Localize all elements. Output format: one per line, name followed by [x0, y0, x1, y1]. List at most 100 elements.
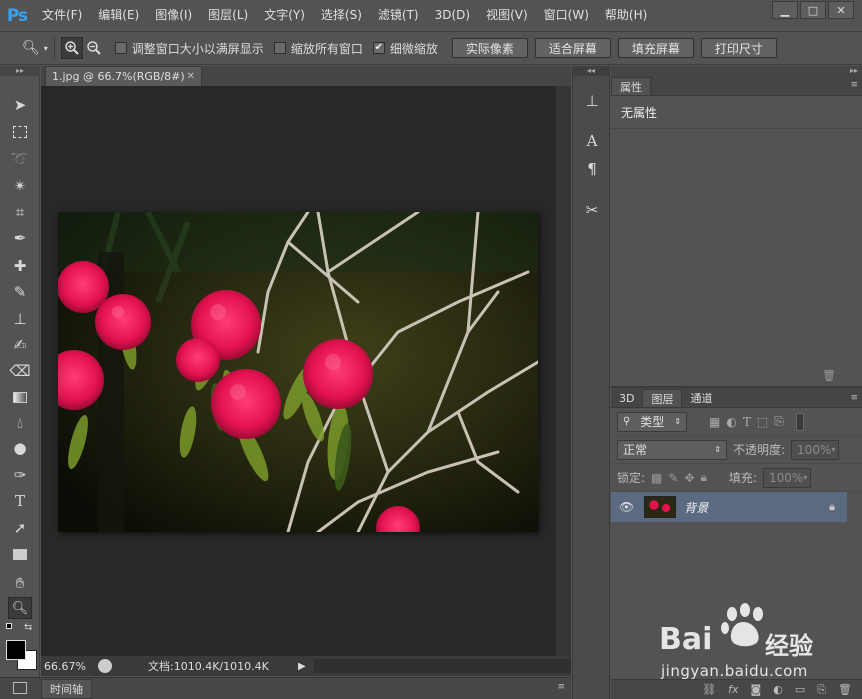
shape-filter-icon[interactable]: ⬚ [757, 415, 768, 429]
document-info: 文档:1010.4K/1010.4K [148, 660, 269, 673]
zoom-tool[interactable]: 🔍︎ [8, 597, 32, 619]
healing-brush-tool[interactable]: ✚ [8, 255, 32, 277]
menu-image[interactable]: 图像(I) [147, 0, 200, 31]
lock-transparent-icon[interactable]: ▩ [651, 471, 662, 485]
tool-preset-picker[interactable]: 🔍︎ ▾ [22, 40, 48, 56]
lock-position-icon[interactable]: ✥ [684, 471, 694, 485]
zoom-level[interactable]: 66.67% [44, 660, 92, 673]
zoom-in-button[interactable] [60, 37, 83, 59]
menu-window[interactable]: 窗口(W) [536, 0, 597, 31]
menu-view[interactable]: 视图(V) [478, 0, 536, 31]
tab-layers[interactable]: 图层 [642, 389, 683, 407]
document-image[interactable] [58, 212, 538, 532]
fill-screen-button[interactable]: 填充屏幕 [617, 38, 694, 58]
swap-colors-button[interactable]: ⇆ [24, 622, 32, 633]
filter-toggle[interactable] [795, 412, 804, 431]
status-menu-arrow-icon[interactable]: ▶ [298, 661, 306, 672]
menu-help[interactable]: 帮助(H) [597, 0, 655, 31]
menu-file[interactable]: 文件(F) [34, 0, 90, 31]
marquee-tool[interactable] [8, 121, 32, 143]
eye-icon[interactable]: 👁︎ [619, 500, 634, 514]
opacity-input[interactable]: 100% ▾ [791, 439, 840, 460]
trash-icon[interactable]: 🗑︎ [822, 369, 836, 382]
menu-edit[interactable]: 编辑(E) [90, 0, 147, 31]
tab-channels[interactable]: 通道 [682, 389, 720, 407]
layer-name: 背景 [684, 500, 709, 515]
paragraph-panel-button[interactable]: ¶ [581, 158, 603, 180]
panel-menu-icon[interactable]: ≡ [850, 393, 858, 403]
pen-tool[interactable]: ✑ [8, 464, 32, 486]
timeline-panel: 时间轴 ≡ [0, 677, 571, 699]
menu-layer[interactable]: 图层(L) [200, 0, 256, 31]
clone-source-button[interactable]: ⊥ [581, 90, 603, 112]
eraser-tool[interactable]: ⌫ [8, 360, 32, 382]
blur-tool[interactable]: 💧︎ [8, 412, 32, 434]
menu-filter[interactable]: 滤镜(T) [370, 0, 427, 31]
character-icon: A [586, 132, 598, 150]
timeline-tab[interactable]: 时间轴 [41, 678, 92, 699]
gradient-tool[interactable] [8, 386, 32, 408]
zoom-all-windows-checkbox[interactable]: 缩放所有窗口 [273, 40, 363, 57]
watermark-brand: Bai [659, 622, 713, 657]
menu-3d[interactable]: 3D(D) [427, 0, 478, 31]
default-colors-button[interactable] [6, 623, 16, 633]
rectangle-tool[interactable] [8, 543, 32, 565]
foreground-color-swatch[interactable] [6, 640, 26, 660]
filter-kind-select[interactable]: ⚲ 类型 ⇕ [617, 411, 687, 432]
dodge-icon: ● [13, 439, 27, 457]
lock-pixels-icon[interactable]: ✎ [668, 471, 678, 485]
horizontal-scrollbar[interactable] [313, 659, 571, 673]
panel-menu-icon[interactable]: ≡ [557, 682, 565, 692]
tab-properties[interactable]: 属性 [611, 77, 651, 95]
path-selection-tool[interactable]: ➚ [8, 517, 32, 539]
clone-stamp-tool[interactable]: ⊥ [8, 308, 32, 330]
collapse-dock-button[interactable]: ◂◂ [573, 66, 609, 76]
status-bar: 66.67% 文档:1010.4K/1010.4K ▶ [41, 656, 571, 676]
blend-mode-select[interactable]: 正常 ⇕ [617, 439, 727, 460]
collapse-icon[interactable]: ▸▸ [850, 66, 858, 75]
eyedropper-tool[interactable]: ✒ [8, 227, 32, 249]
lasso-tool[interactable]: ➰ [8, 148, 32, 170]
hand-tool[interactable]: ✋︎ [8, 572, 32, 594]
menu-bar: Ps 文件(F) 编辑(E) 图像(I) 图层(L) 文字(Y) 选择(S) 滤… [0, 0, 862, 31]
double-chevron-icon: ◂◂ [586, 66, 596, 75]
menu-select[interactable]: 选择(S) [313, 0, 370, 31]
crop-tool[interactable]: ⌗ [8, 201, 32, 223]
fit-screen-button[interactable]: 适合屏幕 [534, 38, 611, 58]
share-icon[interactable] [98, 659, 112, 673]
tool-presets-button[interactable]: ✂ [581, 199, 603, 221]
print-size-button[interactable]: 打印尺寸 [700, 38, 777, 58]
close-button[interactable]: ✕ [828, 1, 854, 19]
rectangle-icon [13, 548, 27, 560]
eyedropper-icon: ✒ [13, 229, 27, 247]
minimize-button[interactable]: ▁ [772, 1, 798, 19]
layer-row-background[interactable]: 👁︎ 背景 🔒︎ [611, 492, 847, 522]
smart-object-filter-icon[interactable]: ⎘ [774, 414, 784, 429]
history-brush-tool[interactable]: ✍ [8, 334, 32, 356]
zoom-out-button[interactable] [83, 37, 105, 59]
stamp-icon: ⊥ [13, 310, 27, 328]
resize-windows-checkbox[interactable]: 调整窗口大小以满屏显示 [114, 40, 264, 57]
document-tab[interactable]: 1.jpg @ 66.7%(RGB/8#) ✕ [45, 66, 202, 86]
maximize-button[interactable]: □ [800, 1, 826, 19]
magic-wand-tool[interactable]: ✴ [8, 175, 32, 197]
tab-3d[interactable]: 3D [611, 389, 642, 407]
brush-tool[interactable]: ✎ [8, 281, 32, 303]
adjustment-filter-icon[interactable]: ◐ [726, 415, 736, 429]
actual-pixels-button[interactable]: 实际像素 [451, 38, 528, 58]
pixel-filter-icon[interactable]: ▦ [709, 415, 720, 429]
close-icon[interactable]: ✕ [187, 71, 195, 82]
vertical-scrollbar[interactable] [556, 86, 571, 656]
menu-type[interactable]: 文字(Y) [256, 0, 313, 31]
type-tool[interactable]: T [8, 490, 32, 512]
lock-all-icon[interactable]: 🔒︎ [701, 470, 707, 485]
collapse-toolbar-button[interactable]: ▸▸ [0, 66, 40, 76]
move-tool[interactable]: ➤ [8, 94, 32, 116]
fill-input[interactable]: 100% ▾ [762, 467, 811, 488]
character-panel-button[interactable]: A [581, 130, 603, 152]
type-filter-icon[interactable]: T [743, 415, 751, 429]
scrubby-zoom-checkbox[interactable]: ✔ 细微缩放 [372, 40, 438, 57]
dodge-tool[interactable]: ● [8, 437, 32, 459]
watermark-url: jingyan.baidu.com [661, 662, 808, 680]
panel-menu-icon[interactable]: ≡ [850, 80, 858, 90]
